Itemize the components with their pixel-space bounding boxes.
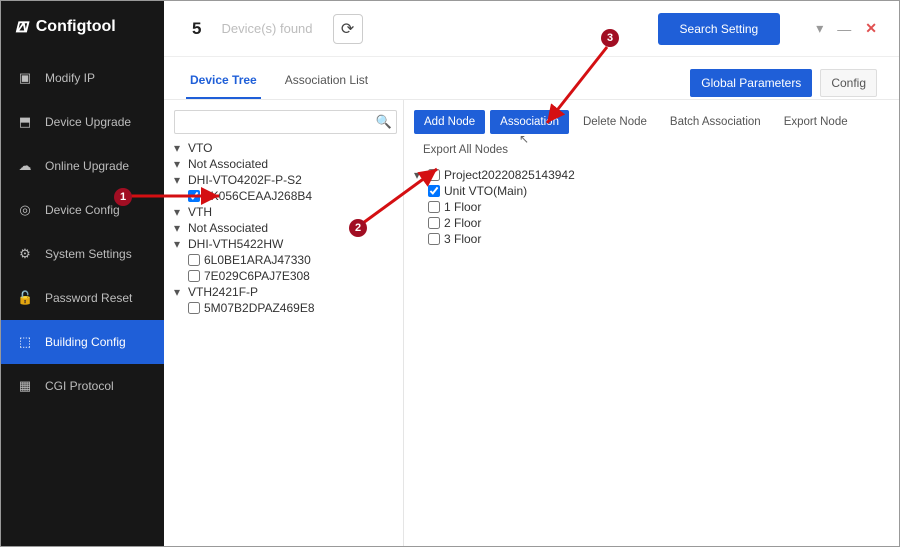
sidebar-item-label: Building Config [45,335,126,349]
sidebar-item-label: Device Config [45,203,120,217]
app-logo: ⟎ Configtool [1,1,164,56]
device-tree-pane: 🔍 ▾VTO ▾Not Associated ▾DHI-VTO4202F-P-S… [164,100,404,546]
cursor-icon: ↖ [519,132,529,146]
unit-checkbox[interactable] [428,185,440,197]
config-icon: ◎ [17,202,33,218]
delete-node-button[interactable]: Delete Node [574,110,656,134]
top-bar: 5 Device(s) found ⟳ Search Setting ▾ — ✕ [164,1,899,57]
sidebar-item-modify-ip[interactable]: ▣ Modify IP [1,56,164,100]
device-count: 5 [192,19,201,39]
tree-node-serial[interactable]: ▾7E029C6PAJ7E308 [174,268,397,284]
tree-node-device[interactable]: ▾DHI-VTO4202F-P-S2 [174,172,397,188]
sidebar-item-label: Password Reset [45,291,132,305]
tree-node-floor[interactable]: ▾3 Floor [414,231,889,247]
caret-icon[interactable]: ▾ [174,141,184,155]
tree-node-floor[interactable]: ▾2 Floor [414,215,889,231]
search-setting-button[interactable]: Search Setting [658,13,781,45]
tree-node-device[interactable]: ▾VTH2421F-P [174,284,397,300]
sidebar-item-system-settings[interactable]: ⚙ System Settings [1,232,164,276]
caret-icon[interactable]: ▾ [174,221,184,235]
association-button[interactable]: Association [490,110,569,134]
sidebar-item-password-reset[interactable]: 🔓 Password Reset [1,276,164,320]
protocol-icon: ▦ [17,378,33,394]
tree-node-serial[interactable]: ▾6K056CEAAJ268B4 [174,188,397,204]
sidebar-item-device-config[interactable]: ◎ Device Config [1,188,164,232]
tabs-row: Device Tree Association List Global Para… [164,57,899,100]
project-checkbox[interactable] [428,169,440,181]
sidebar-item-building-config[interactable]: ⬚ Building Config [1,320,164,364]
building-icon: ⬚ [17,334,33,350]
sidebar-item-device-upgrade[interactable]: ⬒ Device Upgrade [1,100,164,144]
tree-search-input[interactable] [174,110,397,134]
tree-node-not-associated[interactable]: ▾Not Associated [174,156,397,172]
search-icon[interactable]: 🔍 [376,114,392,130]
tree-node-floor[interactable]: ▾1 Floor [414,199,889,215]
sidebar-item-label: CGI Protocol [45,379,114,393]
sidebar-item-label: Online Upgrade [45,159,129,173]
tree-node-project[interactable]: ▾Project20220825143942 [414,167,889,183]
caret-icon[interactable]: ▾ [174,237,184,251]
tree-node-serial[interactable]: ▾6L0BE1ARAJ47330 [174,252,397,268]
tab-device-tree[interactable]: Device Tree [186,67,261,99]
serial-checkbox[interactable] [188,190,200,202]
export-node-button[interactable]: Export Node [775,110,857,134]
tree-node-vto[interactable]: ▾VTO [174,140,397,156]
tree-node-serial[interactable]: ▾5M07B2DPAZ469E8 [174,300,397,316]
caret-icon[interactable]: ▾ [174,157,184,171]
gear-icon: ⚙ [17,246,33,262]
tree-node-device[interactable]: ▾DHI-VTH5422HW [174,236,397,252]
caret-icon[interactable]: ▾ [174,285,184,299]
caret-icon[interactable]: ▾ [174,173,184,187]
refresh-icon: ⟳ [341,19,354,39]
sidebar: ⟎ Configtool ▣ Modify IP ⬒ Device Upgrad… [1,1,164,546]
serial-checkbox[interactable] [188,270,200,282]
association-pane: Add Node Association Delete Node Batch A… [404,100,899,546]
batch-association-button[interactable]: Batch Association [661,110,770,134]
lock-icon: 🔓 [17,290,33,306]
add-node-button[interactable]: Add Node [414,110,485,134]
ip-icon: ▣ [17,70,33,86]
sidebar-item-cgi-protocol[interactable]: ▦ CGI Protocol [1,364,164,408]
sidebar-item-label: Modify IP [45,71,95,85]
floor-checkbox[interactable] [428,233,440,245]
cloud-icon: ☁ [17,158,33,174]
serial-checkbox[interactable] [188,302,200,314]
tree-node-unit-vto[interactable]: ▾Unit VTO(Main) [414,183,889,199]
annotation-badge-3: 3 [601,29,619,47]
serial-checkbox[interactable] [188,254,200,266]
logo-icon: ⟎ [15,15,28,38]
global-parameters-button[interactable]: Global Parameters [690,69,812,97]
sidebar-item-label: System Settings [45,247,132,261]
minimize-icon[interactable]: — [837,21,851,37]
caret-icon[interactable]: ▾ [174,205,184,219]
app-title: Configtool [36,18,116,36]
annotation-badge-1: 1 [114,188,132,206]
sidebar-item-label: Device Upgrade [45,115,131,129]
main-area: 5 Device(s) found ⟳ Search Setting ▾ — ✕… [164,1,899,546]
export-all-nodes-button[interactable]: Export All Nodes [414,139,517,161]
caret-icon[interactable]: ▾ [414,168,424,182]
refresh-button[interactable]: ⟳ [333,14,363,44]
tab-association-list[interactable]: Association List [281,67,372,99]
sidebar-item-online-upgrade[interactable]: ☁ Online Upgrade [1,144,164,188]
floor-checkbox[interactable] [428,201,440,213]
annotation-badge-2: 2 [349,219,367,237]
dropdown-icon[interactable]: ▾ [816,20,823,37]
floor-checkbox[interactable] [428,217,440,229]
device-count-label: Device(s) found [221,21,312,36]
upgrade-icon: ⬒ [17,114,33,130]
config-button[interactable]: Config [820,69,877,97]
tree-node-vth[interactable]: ▾VTH [174,204,397,220]
close-icon[interactable]: ✕ [865,20,877,37]
